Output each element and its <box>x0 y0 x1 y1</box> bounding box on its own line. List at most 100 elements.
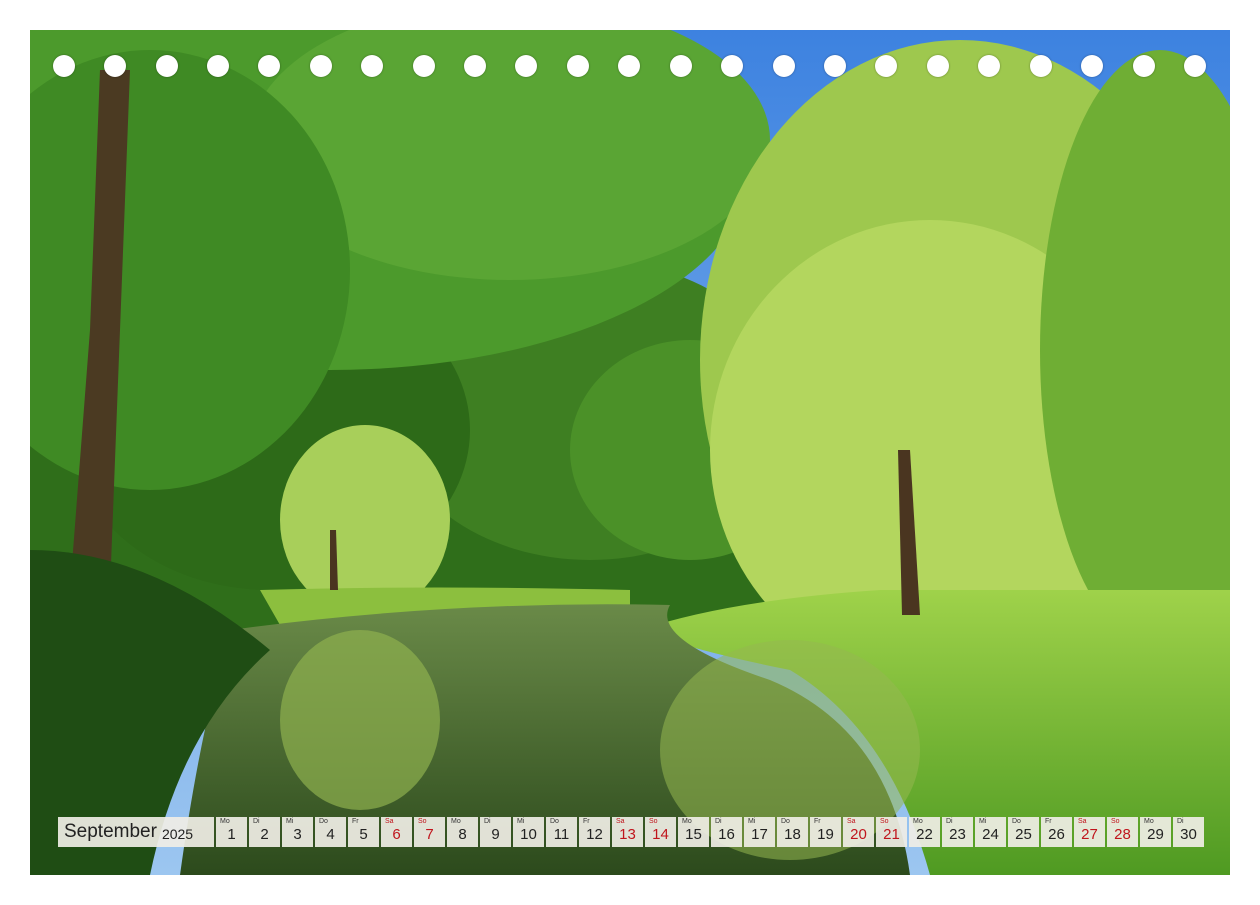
day-number: 29 <box>1147 826 1164 843</box>
binding-hole <box>618 55 640 77</box>
day-number: 2 <box>260 826 269 843</box>
day-number: 21 <box>883 826 900 843</box>
weekday-abbrev: Di <box>715 818 722 825</box>
binding-hole <box>567 55 589 77</box>
weekday-abbrev: Di <box>1177 818 1184 825</box>
weekday-abbrev: Mo <box>913 818 923 825</box>
day-cell: Sa 20 <box>843 817 874 847</box>
day-cell: Mo 15 <box>678 817 709 847</box>
binding-hole <box>104 55 126 77</box>
weekday-abbrev: So <box>649 818 658 825</box>
binding-hole <box>53 55 75 77</box>
month-year: 2025 <box>161 826 194 842</box>
day-cell: Sa 6 <box>381 817 412 847</box>
day-cell: Di 30 <box>1173 817 1204 847</box>
weekday-abbrev: Mo <box>220 818 230 825</box>
weekday-abbrev: Sa <box>847 818 856 825</box>
day-cell: Mo 29 <box>1140 817 1171 847</box>
day-number: 24 <box>982 826 999 843</box>
day-cell: Fr 26 <box>1041 817 1072 847</box>
binding-hole <box>464 55 486 77</box>
day-cell: Mi 10 <box>513 817 544 847</box>
weekday-abbrev: Do <box>781 818 790 825</box>
day-number: 27 <box>1081 826 1098 843</box>
day-cell: Mo 22 <box>909 817 940 847</box>
day-cell: Mo 1 <box>216 817 247 847</box>
binding-hole <box>361 55 383 77</box>
day-number: 10 <box>520 826 537 843</box>
weekday-abbrev: Mi <box>979 818 987 825</box>
binding-hole <box>310 55 332 77</box>
weekday-abbrev: Di <box>484 818 491 825</box>
day-number: 8 <box>458 826 467 843</box>
calendar-page: September 2025 Mo 1 Di 2 Mi 3 Do 4 Fr 5 Sa 6 So 7 Mo 8 D… <box>0 0 1260 905</box>
day-number: 22 <box>916 826 933 843</box>
weekday-abbrev: Di <box>253 818 260 825</box>
weekday-abbrev: Fr <box>814 818 821 825</box>
day-number: 30 <box>1180 826 1197 843</box>
binding-hole <box>824 55 846 77</box>
binding-hole <box>1030 55 1052 77</box>
park-scene-illustration <box>30 30 1230 875</box>
binding-hole <box>1081 55 1103 77</box>
binding-hole <box>207 55 229 77</box>
weekday-abbrev: Fr <box>352 818 359 825</box>
day-number: 7 <box>425 826 434 843</box>
day-cell: Mi 24 <box>975 817 1006 847</box>
binding-hole <box>773 55 795 77</box>
binding-hole <box>258 55 280 77</box>
month-calendar-strip: September 2025 Mo 1 Di 2 Mi 3 Do 4 Fr 5 Sa 6 So 7 Mo 8 D… <box>58 817 1204 847</box>
day-number: 1 <box>227 826 236 843</box>
day-number: 11 <box>553 826 570 843</box>
weekday-abbrev: Sa <box>1078 818 1087 825</box>
weekday-abbrev: So <box>418 818 427 825</box>
weekday-abbrev: Do <box>550 818 559 825</box>
weekday-abbrev: Fr <box>583 818 590 825</box>
weekday-abbrev: Mi <box>286 818 294 825</box>
day-cell: Sa 27 <box>1074 817 1105 847</box>
day-number: 23 <box>949 826 966 843</box>
day-cell: Do 4 <box>315 817 346 847</box>
day-cell: Di 2 <box>249 817 280 847</box>
day-number: 20 <box>850 826 867 843</box>
day-cell: Do 18 <box>777 817 808 847</box>
day-cells: Mo 1 Di 2 Mi 3 Do 4 Fr 5 Sa 6 So 7 Mo 8 Di 9 Mi 10 Do 11 Fr 12 S… <box>216 817 1204 847</box>
day-cell: So 28 <box>1107 817 1138 847</box>
day-number: 9 <box>491 826 500 843</box>
binding-hole <box>978 55 1000 77</box>
day-cell: Di 9 <box>480 817 511 847</box>
weekday-abbrev: Mi <box>748 818 756 825</box>
day-number: 3 <box>293 826 302 843</box>
day-cell: Mi 17 <box>744 817 775 847</box>
day-cell: Mo 8 <box>447 817 478 847</box>
day-cell: Mi 3 <box>282 817 313 847</box>
binding-hole <box>1133 55 1155 77</box>
landscape-photo <box>30 30 1230 875</box>
day-cell: Do 11 <box>546 817 577 847</box>
binding-hole <box>413 55 435 77</box>
day-number: 4 <box>326 826 335 843</box>
weekday-abbrev: Fr <box>1045 818 1052 825</box>
day-number: 14 <box>652 826 669 843</box>
binding-hole <box>515 55 537 77</box>
binding-hole <box>1184 55 1206 77</box>
weekday-abbrev: Mo <box>451 818 461 825</box>
weekday-abbrev: Mo <box>682 818 692 825</box>
weekday-abbrev: Di <box>946 818 953 825</box>
binding-hole <box>875 55 897 77</box>
day-cell: Sa 13 <box>612 817 643 847</box>
binding-holes <box>0 55 1260 79</box>
month-label: September 2025 <box>58 817 214 847</box>
weekday-abbrev: Mo <box>1144 818 1154 825</box>
day-cell: Fr 5 <box>348 817 379 847</box>
weekday-abbrev: Mi <box>517 818 525 825</box>
day-number: 16 <box>718 826 735 843</box>
day-cell: So 21 <box>876 817 907 847</box>
day-number: 26 <box>1048 826 1065 843</box>
day-number: 17 <box>751 826 768 843</box>
day-cell: So 7 <box>414 817 445 847</box>
day-number: 15 <box>685 826 702 843</box>
day-number: 28 <box>1114 826 1131 843</box>
day-cell: Do 25 <box>1008 817 1039 847</box>
weekday-abbrev: So <box>1111 818 1120 825</box>
